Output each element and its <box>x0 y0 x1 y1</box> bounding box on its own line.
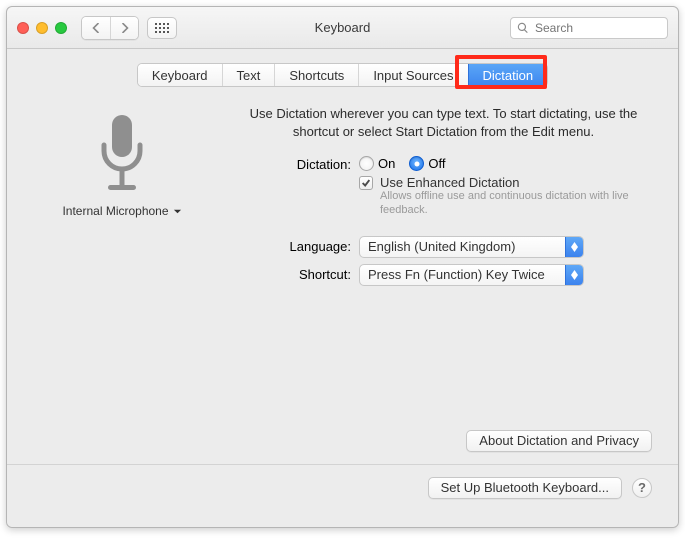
radio-icon <box>359 156 374 171</box>
titlebar: Keyboard <box>7 7 678 49</box>
about-dictation-button[interactable]: About Dictation and Privacy <box>466 430 652 452</box>
microphone-selector[interactable]: Internal Microphone <box>62 204 181 218</box>
tab-dictation[interactable]: Dictation <box>468 64 548 86</box>
shortcut-row: Shortcut: Press Fn (Function) Key Twice <box>237 264 650 286</box>
dictation-toggle-row: Dictation: On Off <box>237 154 650 218</box>
nav-back-forward <box>81 16 139 40</box>
shortcut-label: Shortcut: <box>237 264 351 282</box>
check-icon <box>361 178 371 188</box>
microphone-icon <box>92 111 152 200</box>
dictation-pane: Internal Microphone Use Dictation wherev… <box>27 105 658 292</box>
close-button[interactable] <box>17 22 29 34</box>
microphone-label: Internal Microphone <box>62 204 168 218</box>
help-button[interactable]: ? <box>632 478 652 498</box>
bottom-row: Set Up Bluetooth Keyboard... ? <box>27 465 658 499</box>
zoom-button[interactable] <box>55 22 67 34</box>
shortcut-select[interactable]: Press Fn (Function) Key Twice <box>359 264 584 286</box>
on-label: On <box>378 156 395 171</box>
dictation-radiogroup: On Off <box>359 154 640 171</box>
language-label: Language: <box>237 236 351 254</box>
description-text: Use Dictation wherever you can type text… <box>237 105 650 140</box>
preferences-window: Keyboard Keyboard Text Shortcuts Input S… <box>6 6 679 528</box>
window-controls <box>17 22 67 34</box>
dictation-off-radio[interactable]: Off <box>409 156 445 171</box>
chevron-left-icon <box>92 23 101 33</box>
show-all-button[interactable] <box>147 17 177 39</box>
dictation-on-radio[interactable]: On <box>359 156 395 171</box>
content-pane: Keyboard Text Shortcuts Input Sources Di… <box>7 49 678 527</box>
grid-icon <box>155 23 169 33</box>
search-field[interactable] <box>510 17 668 39</box>
tab-keyboard[interactable]: Keyboard <box>138 64 222 86</box>
language-select[interactable]: English (United Kingdom) <box>359 236 584 258</box>
select-stepper-icon <box>565 265 583 285</box>
language-value: English (United Kingdom) <box>368 239 515 254</box>
chevron-right-icon <box>120 23 129 33</box>
microphone-section: Internal Microphone <box>27 105 217 292</box>
enhanced-dictation-row: Use Enhanced Dictation Allows offline us… <box>359 175 640 218</box>
chevron-down-icon <box>173 207 182 216</box>
forward-button[interactable] <box>110 17 138 39</box>
tabs: Keyboard Text Shortcuts Input Sources Di… <box>27 63 658 87</box>
setup-bluetooth-button[interactable]: Set Up Bluetooth Keyboard... <box>428 477 622 499</box>
enhanced-dictation-checkbox[interactable] <box>359 176 373 190</box>
minimize-button[interactable] <box>36 22 48 34</box>
search-input[interactable] <box>535 21 645 35</box>
tab-row: Keyboard Text Shortcuts Input Sources Di… <box>137 63 548 87</box>
language-row: Language: English (United Kingdom) <box>237 236 650 258</box>
select-stepper-icon <box>565 237 583 257</box>
back-button[interactable] <box>82 17 110 39</box>
tab-text[interactable]: Text <box>222 64 275 86</box>
dictation-label: Dictation: <box>237 154 351 172</box>
shortcut-value: Press Fn (Function) Key Twice <box>368 267 545 282</box>
tab-shortcuts[interactable]: Shortcuts <box>274 64 358 86</box>
radio-icon <box>409 156 424 171</box>
enhanced-dictation-label: Use Enhanced Dictation <box>380 175 640 190</box>
about-row: About Dictation and Privacy <box>27 430 658 452</box>
settings-column: Use Dictation wherever you can type text… <box>237 105 658 292</box>
search-icon <box>517 22 529 34</box>
enhanced-dictation-desc: Allows offline use and continuous dictat… <box>380 190 640 218</box>
off-label: Off <box>428 156 445 171</box>
tab-input-sources[interactable]: Input Sources <box>358 64 467 86</box>
